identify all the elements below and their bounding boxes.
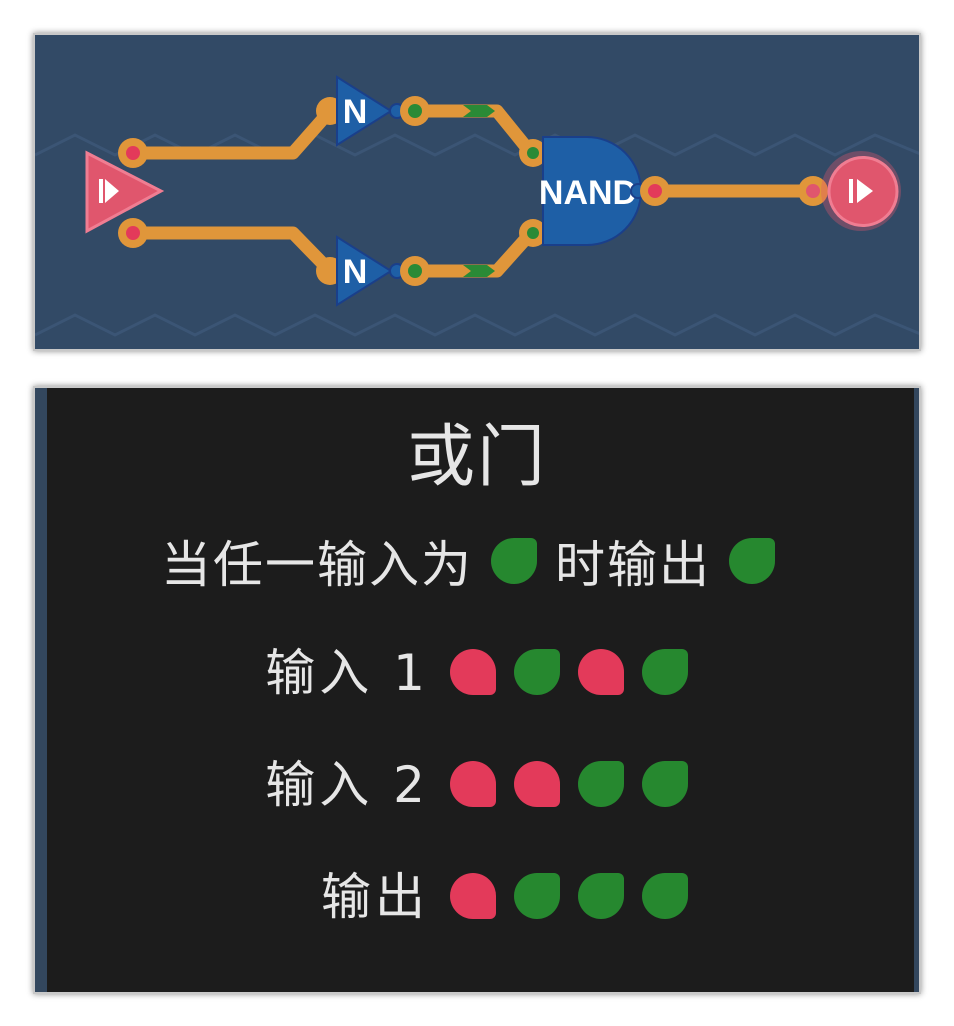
signal-on-icon <box>578 873 624 919</box>
not-gate-bottom[interactable]: N <box>316 235 430 307</box>
rule-description: 当任一输入为 时输出 <box>35 526 919 596</box>
not-gate-top-label: N <box>343 93 368 131</box>
truth-label-input-1: 输入 1 <box>265 644 429 702</box>
rule-prefix: 当任一输入为 <box>161 536 473 594</box>
wire-top-to-nand <box>406 104 538 160</box>
truth-label-output: 输出 <box>321 868 429 926</box>
truth-row-output: 输出 <box>35 864 919 930</box>
signal-off-icon <box>450 873 496 919</box>
circuit-board[interactable]: N N NAND <box>33 33 921 351</box>
signal-on-icon <box>642 761 688 807</box>
gate-title: 或门 <box>406 418 547 497</box>
signal-on-icon <box>642 873 688 919</box>
signal-on-icon <box>578 761 624 807</box>
truth-row-input-2: 输入 2 <box>35 752 919 818</box>
background-zigzag-lower <box>35 313 919 337</box>
signal-off-icon <box>450 649 496 695</box>
wire-input-bottom <box>126 226 337 278</box>
nand-gate-label: NAND <box>539 174 637 212</box>
signal-off-icon <box>578 649 624 695</box>
wire-input-top <box>126 104 337 160</box>
not-gate-bottom-label: N <box>343 253 368 291</box>
signal-off-icon <box>450 761 496 807</box>
truth-label-input-2: 输入 2 <box>265 756 429 814</box>
rule-middle: 时输出 <box>555 536 711 594</box>
signal-off-icon <box>514 761 560 807</box>
rule-input-on-icon <box>491 538 537 584</box>
level-info-panel: 或门 当任一输入为 时输出 输入 1 输入 2 输出 <box>33 386 921 994</box>
signal-on-icon <box>642 649 688 695</box>
output-sink[interactable] <box>821 151 901 231</box>
signal-on-icon <box>514 873 560 919</box>
truth-row-input-1: 输入 1 <box>35 640 919 706</box>
signal-on-icon <box>514 649 560 695</box>
circuit-diagram: N N NAND <box>35 75 919 337</box>
nand-gate[interactable]: NAND <box>519 136 670 247</box>
rule-output-on-icon <box>729 538 775 584</box>
not-gate-top[interactable]: N <box>316 75 430 147</box>
